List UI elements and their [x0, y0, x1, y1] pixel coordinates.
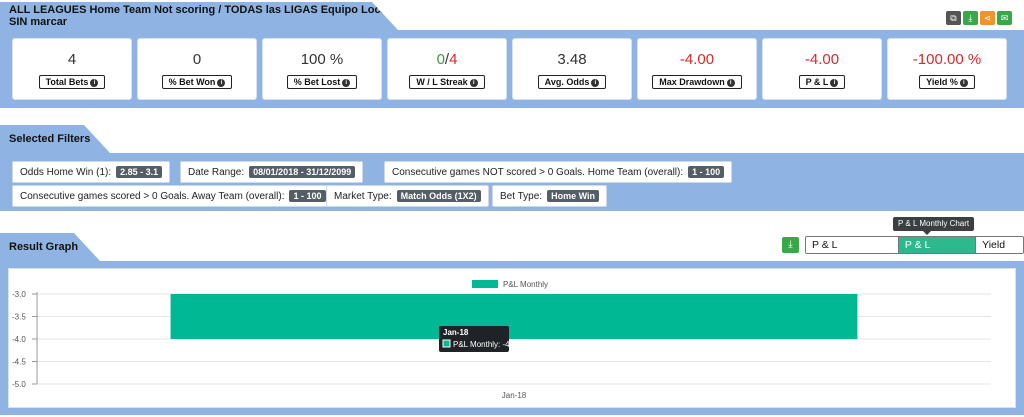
download-chart-button[interactable]: ⤓: [782, 237, 799, 253]
stat-total-bets: 4 Total Bets i: [12, 38, 132, 100]
stat-value: 3.48: [557, 51, 587, 68]
email-icon[interactable]: ✉: [997, 11, 1012, 25]
tab-pl-cumulative[interactable]: P & L Cumulative: [806, 237, 899, 253]
filter-label: Consecutive games NOT scored > 0 Goals. …: [392, 166, 684, 178]
stat-max-drawdown: -4.00 Max Drawdown i: [637, 38, 757, 100]
stat-value: -4.00: [679, 51, 715, 68]
stat-label[interactable]: W / L Streak i: [409, 75, 485, 89]
filter-value: 2.85 - 3.1: [116, 166, 163, 178]
filter-value: 08/01/2018 - 31/12/2099: [249, 166, 356, 178]
y-tick-label: -3.0: [12, 290, 26, 299]
stat-label[interactable]: % Bet Lost i: [286, 75, 358, 89]
filter-value: 1 - 100: [688, 166, 725, 178]
legend-swatch: [472, 280, 498, 288]
stat-label[interactable]: % Bet Won i: [161, 75, 233, 89]
stat-yield: -100.00 % Yield % i: [887, 38, 1007, 100]
filters-panel: Odds Home Win (1): 2.85 - 3.1 Date Range…: [0, 153, 1024, 211]
filter-label: Date Range:: [188, 166, 245, 178]
header-bar: ALL LEAGUES Home Team Not scoring / TODA…: [0, 2, 1024, 30]
copy-icon[interactable]: ⧉: [946, 11, 961, 25]
stat-value: -100.00 %: [912, 51, 982, 68]
info-icon[interactable]: i: [90, 78, 99, 87]
y-tick-label: -5.0: [12, 380, 26, 389]
filter-market-type: Market Type: Match Odds (1X2): [326, 185, 489, 207]
stat-label[interactable]: Avg. Odds i: [537, 75, 607, 89]
info-icon[interactable]: i: [726, 78, 735, 87]
filter-date-range: Date Range: 08/01/2018 - 31/12/2099: [180, 161, 364, 183]
filter-label: Bet Type:: [500, 190, 543, 202]
filter-label: Market Type:: [334, 190, 392, 202]
stat-pl: -4.00 P & Li: [762, 38, 882, 100]
stats-panel: 4 Total Bets i 0 % Bet Won i 100 % % Bet L…: [0, 30, 1024, 108]
stat-label[interactable]: Total Bets i: [38, 75, 106, 89]
filter-label: Odds Home Win (1):: [20, 166, 112, 178]
chart-tab-tooltip: P & L Monthly Chart: [893, 217, 975, 235]
chart-mode-toggle: P & L Cumulative P & L Monthly Yield %: [805, 236, 1024, 254]
stat-value: -4.00: [804, 51, 840, 68]
filter-value: 1 - 100: [289, 190, 326, 202]
info-icon[interactable]: i: [469, 78, 478, 87]
filter-value: Match Odds (1X2): [396, 190, 481, 202]
tooltip-swatch: [442, 339, 451, 348]
chart-container: -3.0 -3.5 -4.0 -4.5 -5.0 P&L Monthly Jan-18 Jan…: [8, 268, 1016, 408]
streak-lost: 4: [449, 51, 458, 68]
page-title: ALL LEAGUES Home Team Not scoring / TODA…: [0, 2, 398, 30]
legend-label: P&L Monthly: [503, 280, 548, 289]
stat-value: 4: [67, 51, 77, 68]
download-icon[interactable]: ⤓: [963, 11, 978, 25]
stat-avg-odds: 3.48 Avg. Odds i: [512, 38, 632, 100]
filter-label: Consecutive games scored > 0 Goals. Away…: [20, 190, 285, 202]
filter-value: Home Win: [547, 190, 599, 202]
filters-header: Selected Filters: [0, 125, 1024, 153]
stat-bet-lost: 100 % % Bet Lost i: [262, 38, 382, 100]
stat-label[interactable]: Max Drawdown i: [652, 75, 742, 89]
filter-bet-type: Bet Type: Home Win: [492, 185, 607, 207]
info-icon[interactable]: i: [591, 78, 600, 87]
stat-label[interactable]: Yield % i: [919, 75, 975, 89]
y-tick-label: -3.5: [12, 313, 26, 322]
tooltip-title: Jan-18: [443, 328, 469, 337]
streak-won: 0: [436, 51, 445, 68]
y-tick-label: -4.0: [12, 335, 26, 344]
filters-title: Selected Filters: [0, 125, 110, 153]
filter-away-scored: Consecutive games scored > 0 Goals. Away…: [12, 185, 334, 207]
stat-value: 0/4: [388, 51, 506, 68]
share-icon[interactable]: ⋖: [980, 11, 995, 25]
tab-yield[interactable]: Yield %: [976, 237, 1023, 253]
bar-jan-18: [170, 294, 858, 339]
info-icon[interactable]: i: [217, 78, 226, 87]
y-tick-label: -4.5: [12, 358, 26, 367]
stat-label[interactable]: P & Li: [798, 75, 846, 89]
graph-title: Result Graph: [0, 233, 100, 261]
x-tick-label: Jan-18: [502, 391, 527, 400]
tooltip-value: P&L Monthly: -4: [453, 340, 510, 349]
filter-odds-home-win: Odds Home Win (1): 2.85 - 3.1: [12, 161, 171, 183]
stat-wl-streak: 0/4 W / L Streak i: [387, 38, 507, 100]
info-icon[interactable]: i: [830, 78, 839, 87]
stat-bet-won: 0 % Bet Won i: [137, 38, 257, 100]
tab-pl-monthly[interactable]: P & L Monthly: [898, 237, 977, 253]
stat-value: 100 %: [300, 51, 344, 68]
info-icon[interactable]: i: [959, 78, 968, 87]
pl-monthly-chart: -3.0 -3.5 -4.0 -4.5 -5.0 P&L Monthly Jan-18 Jan…: [12, 280, 991, 400]
stat-value: 0: [192, 51, 202, 68]
filter-home-not-scored: Consecutive games NOT scored > 0 Goals. …: [384, 161, 733, 183]
info-icon[interactable]: i: [342, 78, 351, 87]
